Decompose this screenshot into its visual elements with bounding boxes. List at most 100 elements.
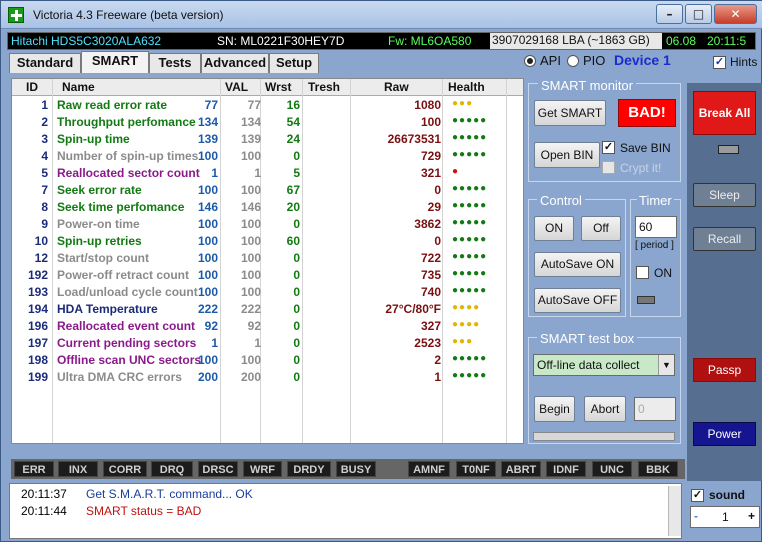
volume-minus-button[interactable]: - [694,509,698,523]
close-button[interactable]: ✕ [714,4,757,24]
log-scrollbar[interactable] [668,486,681,536]
test-progress-field[interactable]: 0 [634,397,676,421]
table-row[interactable]: 9 Power-on time 100 100 0 3862 ●●●●● [12,216,523,233]
table-row[interactable]: 196 Reallocated event count 92 92 0 327 ●●●● [12,318,523,335]
table-row[interactable]: 12 Start/stop count 100 100 0 722 ●●●●● [12,250,523,267]
chevron-down-icon[interactable]: ▼ [658,355,674,375]
cell-raw: 27°C/80°F [385,302,441,316]
cell-raw: 722 [420,251,441,265]
col-id: ID [26,80,38,94]
cell-val: 100 [197,217,218,231]
tab-standard[interactable]: Standard [9,53,81,73]
smart-test-box-label: SMART test box [537,331,638,346]
cell-health: ●●●●● [452,200,488,211]
tab-advanced[interactable]: Advanced [201,53,269,73]
control-on-button[interactable]: ON [534,216,574,241]
smart-monitor-panel: SMART monitor Get SMART BAD! Open BIN ✓ … [528,78,681,182]
sound-checkbox[interactable]: ✓ [691,489,704,502]
log-panel: 20:11:37 Get S.M.A.R.T. command... OK 20… [9,483,682,539]
cell-wrst: 222 [240,302,261,316]
break-indicator [718,145,739,154]
save-bin-label: Save BIN [620,141,671,155]
cell-name: Seek time perfomance [57,200,185,214]
table-row[interactable]: 194 HDA Temperature 222 222 0 27°C/80°F ●●●● [12,301,523,318]
table-row[interactable]: 198 Offline scan UNC sectors 100 100 0 2 ●●●●● [12,352,523,369]
drive-serial: SN: ML0221F30HEY7D [217,34,345,48]
cell-health: ●●●●● [452,370,488,381]
hints-label: Hints [730,55,758,69]
test-begin-button[interactable]: Begin [534,396,575,422]
get-smart-button[interactable]: Get SMART [534,100,606,126]
log-line: 20:11:44 SMART status = BAD [21,504,201,518]
autosave-on-button[interactable]: AutoSave ON [534,252,621,277]
open-bin-button[interactable]: Open BIN [534,142,600,168]
cell-health: ●●●●● [452,251,488,262]
cell-tresh: 0 [293,336,300,350]
hints-checkbox[interactable]: ✓ [713,56,726,69]
cell-name: Start/stop count [57,251,149,265]
cell-name: Current pending sectors [57,336,197,350]
crypt-it-checkbox[interactable] [602,161,615,174]
timer-on-checkbox[interactable] [636,266,649,279]
status-flag-wrf: WRF [243,461,282,477]
volume-plus-button[interactable]: + [748,509,755,523]
timer-panel: Timer 60 [ period ] ON [630,193,681,317]
cell-name: Load/unload cycle count [57,285,198,299]
power-button[interactable]: Power [693,422,756,446]
cell-id: 196 [27,319,48,333]
cell-health: ●●●● [452,302,481,313]
cell-tresh: 0 [293,319,300,333]
pio-label: PIO [583,53,606,68]
table-row[interactable]: 192 Power-off retract count 100 100 0 735 ●●●●… [12,267,523,284]
control-off-button[interactable]: Off [581,216,621,241]
cell-wrst: 139 [240,132,261,146]
minimize-button[interactable]: – [656,4,683,24]
tab-setup[interactable]: Setup [269,53,319,73]
cell-wrst: 100 [240,149,261,163]
timer-input[interactable]: 60 [635,216,677,238]
test-type-value: Off-line data collect [537,358,640,372]
pio-radio[interactable] [567,55,579,67]
save-bin-checkbox[interactable]: ✓ [602,141,615,154]
cell-raw: 26673531 [387,132,441,146]
sleep-button[interactable]: Sleep [693,183,756,207]
tab-tests[interactable]: Tests [149,53,201,73]
table-row[interactable]: 2 Throughput perfomance 134 134 54 100 ●●●●● [12,114,523,131]
log-line: 20:11:37 Get S.M.A.R.T. command... OK [21,487,253,501]
col-raw: Raw [384,80,409,94]
table-row[interactable]: 8 Seek time perfomance 146 146 20 29 ●●●●● [12,199,523,216]
table-row[interactable]: 7 Seek error rate 100 100 67 0 ●●●●● [12,182,523,199]
table-row[interactable]: 193 Load/unload cycle count 100 100 0 740 ●●●●… [12,284,523,301]
break-all-button[interactable]: Break All [693,91,756,135]
passp-button[interactable]: Passp [693,358,756,382]
table-row[interactable]: 199 Ultra DMA CRC errors 200 200 0 1 ●●●●● [12,369,523,386]
test-abort-button[interactable]: Abort [584,396,626,422]
table-row[interactable]: 4 Number of spin-up times 100 100 0 729 ●●●●● [12,148,523,165]
table-row[interactable]: 197 Current pending sectors 1 1 0 2523 ●●● [12,335,523,352]
test-type-select[interactable]: Off-line data collect ▼ [533,354,675,376]
cell-name: Raw read error rate [57,98,168,112]
col-tresh: Tresh [308,80,341,94]
cell-health: ●●●●● [452,285,488,296]
cell-tresh: 0 [293,302,300,316]
cell-wrst: 100 [240,251,261,265]
table-row[interactable]: 5 Reallocated sector count 1 1 5 321 ● [12,165,523,182]
table-row[interactable]: 10 Spin-up retries 100 100 60 0 ●●●●● [12,233,523,250]
cell-raw: 2523 [414,336,441,350]
status-flag-drq: DRQ [151,461,193,477]
api-radio[interactable] [524,55,536,67]
cell-val: 200 [197,370,218,384]
maximize-button[interactable]: □ [685,4,712,24]
smart-table-header: ID Name VAL Wrst Tresh Raw Health [12,79,523,96]
cell-name: Reallocated sector count [57,166,200,180]
table-row[interactable]: 3 Spin-up time 139 139 24 26673531 ●●●●● [12,131,523,148]
col-val: VAL [225,80,249,94]
cell-val: 100 [197,353,218,367]
smart-table: ID Name VAL Wrst Tresh Raw Health 1 Raw r… [11,78,524,444]
cell-wrst: 100 [240,353,261,367]
autosave-off-button[interactable]: AutoSave OFF [534,288,621,313]
volume-stepper[interactable]: - 1 + [690,506,760,528]
tab-smart[interactable]: SMART [81,51,149,73]
recall-button[interactable]: Recall [693,227,756,251]
table-row[interactable]: 1 Raw read error rate 77 77 16 1080 ●●● [12,97,523,114]
